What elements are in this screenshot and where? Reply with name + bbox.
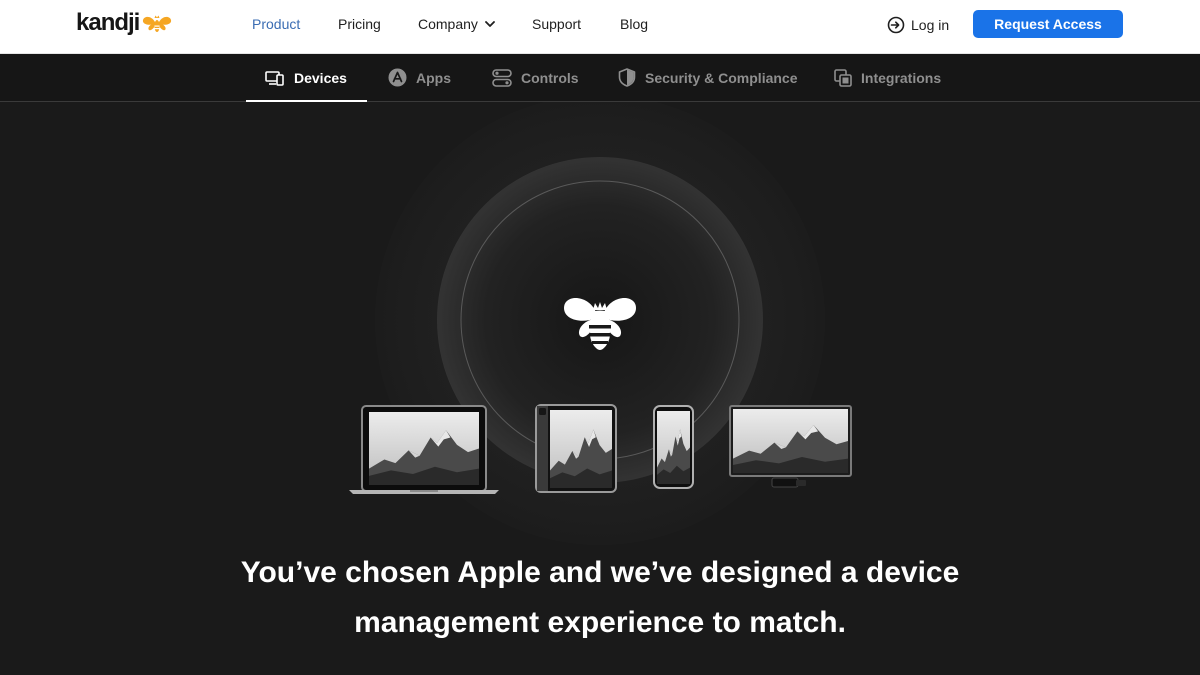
hero-graphic: [349, 102, 852, 545]
login-icon: [887, 16, 905, 34]
brand-logo[interactable]: kandji: [76, 9, 172, 37]
device-tv: [729, 405, 852, 488]
integrations-icon: [834, 68, 852, 87]
tab-integrations[interactable]: Integrations: [834, 54, 941, 101]
tab-controls-label: Controls: [521, 69, 579, 86]
brand-name: kandji: [76, 9, 140, 36]
tab-controls[interactable]: Controls: [492, 54, 579, 101]
login-link[interactable]: Log in: [887, 14, 949, 36]
tab-security-compliance[interactable]: Security & Compliance: [618, 54, 798, 101]
nav-company[interactable]: Company: [418, 16, 495, 32]
tab-integrations-label: Integrations: [861, 69, 942, 86]
hero-headline-line-2: management experience to match.: [354, 606, 846, 639]
bee-logo-icon: [143, 15, 172, 32]
controls-icon: [492, 68, 512, 87]
request-access-button[interactable]: Request Access: [973, 10, 1123, 38]
login-label: Log in: [911, 17, 950, 33]
hero-headline: You’ve chosen Apple and we’ve designed a…: [200, 548, 1000, 648]
device-phone: [653, 405, 694, 489]
chevron-down-icon: [485, 20, 495, 27]
devices-icon: [265, 70, 284, 86]
tab-apps-label: Apps: [416, 69, 451, 86]
product-tabs: Devices Apps Controls Security & Complia…: [0, 54, 1200, 102]
nav-product[interactable]: Product: [252, 16, 300, 32]
hero-headline-line-1: You’ve chosen Apple and we’ve designed a…: [240, 556, 960, 589]
shield-icon: [618, 68, 636, 87]
tab-devices-label: Devices: [294, 69, 347, 86]
tab-security-label: Security & Compliance: [645, 69, 798, 86]
device-laptop: [349, 405, 499, 494]
site-header: kandji Product Pricing Company Support B…: [0, 0, 1200, 54]
nav-pricing[interactable]: Pricing: [338, 16, 381, 32]
nav-company-label: Company: [418, 16, 478, 32]
device-tablet: [535, 404, 617, 493]
nav-support[interactable]: Support: [532, 16, 581, 32]
tab-apps[interactable]: Apps: [388, 54, 451, 101]
tab-devices[interactable]: Devices: [265, 54, 347, 101]
app-store-icon: [388, 68, 407, 87]
nav-blog[interactable]: Blog: [620, 16, 648, 32]
